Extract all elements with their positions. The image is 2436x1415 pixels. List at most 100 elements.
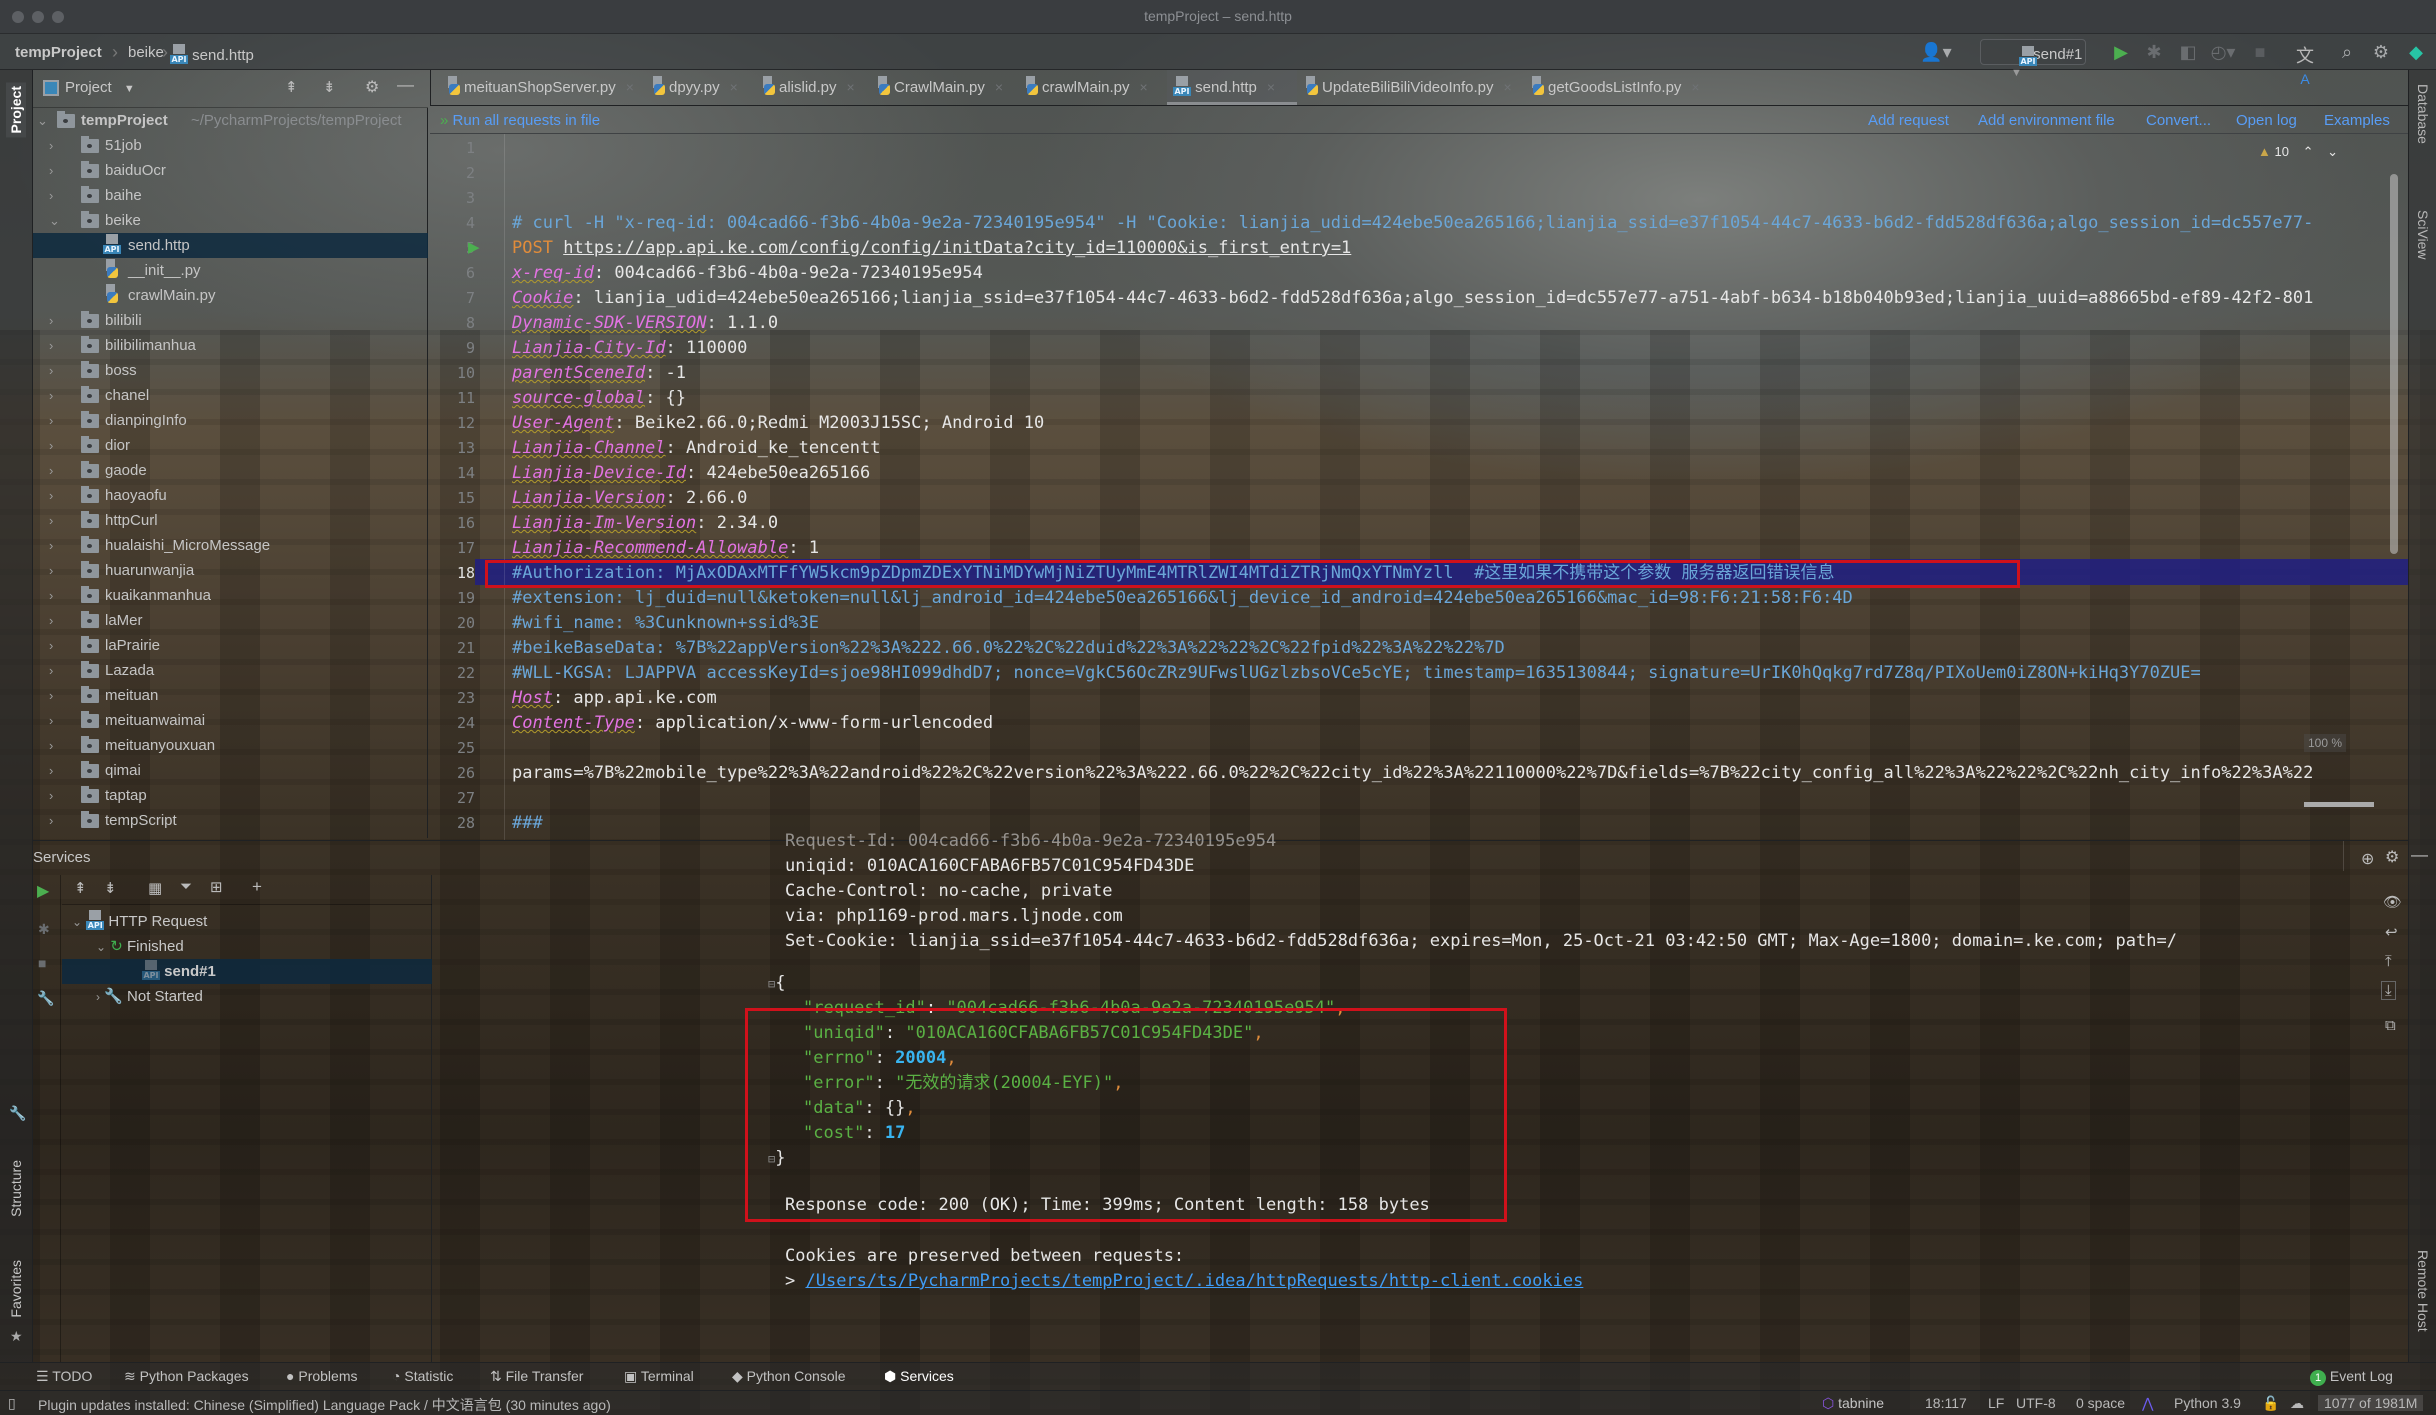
tree-item-gaode[interactable]: › gaode	[33, 458, 428, 483]
code-line[interactable]: Lianjia-Im-Version: 2.34.0	[512, 511, 778, 536]
coverage-icon[interactable]: ◧	[2176, 42, 2200, 64]
caret-position[interactable]: 18:117	[1925, 1395, 1967, 1411]
filter-icon[interactable]: ⏷	[180, 878, 192, 895]
translate-icon[interactable]: 文A	[2292, 42, 2318, 87]
code-line[interactable]: x-req-id: 004cad66-f3b6-4b0a-9e2a-723401…	[512, 261, 983, 286]
previous-highlight-icon[interactable]: ⌃	[2303, 144, 2314, 159]
chevron-right-icon[interactable]: ›	[49, 158, 53, 183]
services-node-finished[interactable]: ⌄ ↻ Finished	[96, 934, 184, 959]
chevron-right-icon[interactable]: ›	[49, 683, 53, 708]
tree-item-kuaikanmanhua[interactable]: › kuaikanmanhua	[33, 583, 428, 608]
vertical-scrollbar[interactable]	[2390, 174, 2398, 554]
tree-item-beike[interactable]: ⌄ beike	[33, 208, 428, 233]
tree-item-qimai[interactable]: › qimai	[33, 758, 428, 783]
tree-item-lazada[interactable]: › Lazada	[33, 658, 428, 683]
tree-item-dianpinginfo[interactable]: › dianpingInfo	[33, 408, 428, 433]
tab-meituanshopserver-py[interactable]: meituanShopServer.py ×	[439, 70, 644, 105]
debug-icon[interactable]: ✱	[2142, 42, 2166, 64]
stripe-favorites-button[interactable]: Favorites	[8, 1260, 24, 1318]
chevron-right-icon[interactable]: ›	[49, 633, 53, 658]
tree-item-chanel[interactable]: › chanel	[33, 383, 428, 408]
code-line[interactable]: parentSceneId: -1	[512, 361, 686, 386]
tree-item-bilibili[interactable]: › bilibili	[33, 308, 428, 333]
open-log-link[interactable]: Open log	[2236, 112, 2297, 129]
tree-item-tempscript[interactable]: › tempScript	[33, 808, 428, 833]
tool-window-todo[interactable]: ☰ TODO	[36, 1368, 92, 1385]
file-encoding[interactable]: UTF-8	[2016, 1395, 2056, 1411]
tab-send-http[interactable]: send.http×	[1167, 70, 1297, 105]
tab-updatebilibilivideoinfo-py[interactable]: UpdateBiliBiliVideoInfo.py ×	[1297, 70, 1523, 105]
chevron-right-icon[interactable]: ›	[49, 333, 53, 358]
tool-window-services[interactable]: ⬢ Services	[884, 1368, 954, 1385]
tabnine-widget[interactable]: ⬡ tabnine	[1822, 1395, 1884, 1412]
memory-indicator[interactable]: 1077 of 1981M	[2318, 1395, 2424, 1411]
chevron-right-icon[interactable]: ›	[49, 133, 53, 158]
convert-link[interactable]: Convert...	[2146, 112, 2211, 129]
copy-icon[interactable]: ⧉	[2385, 1017, 2396, 1034]
code-line[interactable]: Lianjia-Device-Id: 424ebe50ea265166	[512, 461, 870, 486]
collapse-all-icon[interactable]: ⇟	[323, 78, 336, 96]
code-line[interactable]: Lianjia-Recommend-Allowable: 1	[512, 536, 819, 561]
breadcrumb-folder[interactable]: beike	[128, 44, 164, 61]
tool-window-python-packages[interactable]: ≋ Python Packages	[124, 1368, 249, 1385]
code-line[interactable]: #beikeBaseData: %7B%22appVersion%22%3A%2…	[512, 636, 1505, 661]
code-line[interactable]: # curl -H "x-req-id: 004cad66-f3b6-4b0a-…	[512, 211, 2313, 236]
tree-item-laprairie[interactable]: › laPrairie	[33, 633, 428, 658]
run-icon[interactable]: ▶	[2110, 42, 2132, 64]
toolbox-icon[interactable]: ◆	[2404, 42, 2428, 64]
tab-crawlmain-py[interactable]: crawlMain.py ×	[1017, 70, 1167, 105]
search-icon[interactable]: ⌕	[2336, 42, 2358, 64]
tree-root[interactable]: ⌄ tempProject ~/PycharmProjects/tempProj…	[33, 108, 428, 133]
tree-item-51job[interactable]: › 51job	[33, 133, 428, 158]
tree-item-boss[interactable]: › boss	[33, 358, 428, 383]
debug-icon[interactable]: ✱	[38, 921, 50, 938]
stripe-remote-host-button[interactable]: Remote Host	[2415, 1250, 2431, 1332]
stop-icon[interactable]: ■	[2250, 42, 2270, 64]
chevron-right-icon[interactable]: ›	[49, 608, 53, 633]
tree-item-send-http[interactable]: send.http	[33, 233, 428, 258]
horizontal-scrollbar[interactable]	[2304, 802, 2374, 807]
run-configuration-select[interactable]: send#1 ▼	[1980, 39, 2086, 79]
tree-item-baiduocr[interactable]: › baiduOcr	[33, 158, 428, 183]
code-line[interactable]: User-Agent: Beike2.66.0;Redmi M2003J15SC…	[512, 411, 1044, 436]
wrench-icon[interactable]: 🔧	[37, 990, 54, 1007]
vcs-user-icon[interactable]: 👤▾	[1918, 42, 1954, 64]
fold-icon[interactable]: ⊟	[768, 977, 775, 991]
hide-panel-icon[interactable]: —	[2411, 845, 2428, 865]
chevron-right-icon[interactable]: ›	[49, 508, 53, 533]
chevron-right-icon[interactable]: ›	[49, 533, 53, 558]
code-line[interactable]: Content-Type: application/x-www-form-url…	[512, 711, 993, 736]
inspection-widget[interactable]: ▲ 10 ⌃ ⌄	[2258, 144, 2338, 160]
code-line[interactable]: Lianjia-City-Id: 110000	[512, 336, 747, 361]
collapse-all-icon[interactable]: ⇟	[104, 879, 117, 897]
services-node-send1[interactable]: send#1	[62, 959, 432, 984]
add-environment-file-link[interactable]: Add environment file	[1978, 112, 2115, 129]
close-tab-icon[interactable]: ×	[995, 79, 1003, 95]
expand-all-icon[interactable]: ⇞	[285, 78, 298, 96]
close-tab-icon[interactable]: ×	[1267, 79, 1275, 95]
read-only-lock-icon[interactable]: 🔓	[2262, 1395, 2279, 1412]
wrench-icon[interactable]: 🔧	[9, 1105, 26, 1122]
indent-setting[interactable]: 0 space	[2076, 1395, 2125, 1411]
tree-item-meituan[interactable]: › meituan	[33, 683, 428, 708]
view-options-icon[interactable]: 👁	[2383, 893, 2402, 911]
code-line[interactable]: #wifi_name: %3Cunknown+ssid%3E	[512, 611, 819, 636]
code-line[interactable]: POST https://app.api.ke.com/config/confi…	[512, 236, 1351, 261]
chevron-right-icon[interactable]: ›	[49, 308, 53, 333]
settings-icon[interactable]: ⚙	[2370, 42, 2392, 64]
close-tab-icon[interactable]: ×	[1504, 79, 1512, 95]
tree-item-meituanyouxuan[interactable]: › meituanyouxuan	[33, 733, 428, 758]
chevron-right-icon[interactable]: ›	[49, 458, 53, 483]
settings-icon[interactable]: ⚙	[365, 77, 379, 97]
tree-item-httpcurl[interactable]: › httpCurl	[33, 508, 428, 533]
code-line[interactable]: ###	[512, 811, 543, 836]
tree-item-dior[interactable]: › dior	[33, 433, 428, 458]
aws-icon[interactable]: ⋀	[2142, 1395, 2153, 1412]
chevron-right-icon[interactable]: ›	[49, 708, 53, 733]
breadcrumb-project[interactable]: tempProject	[15, 44, 102, 61]
locate-icon[interactable]: ⊕	[2361, 849, 2374, 869]
tool-window-file-transfer[interactable]: ⇅ File Transfer	[490, 1368, 583, 1385]
sync-cloud-icon[interactable]: ☁	[2290, 1395, 2304, 1412]
code-line[interactable]: Lianjia-Channel: Android_ke_tencentt	[512, 436, 880, 461]
run-request-gutter-icon[interactable]: ▶	[468, 238, 480, 256]
